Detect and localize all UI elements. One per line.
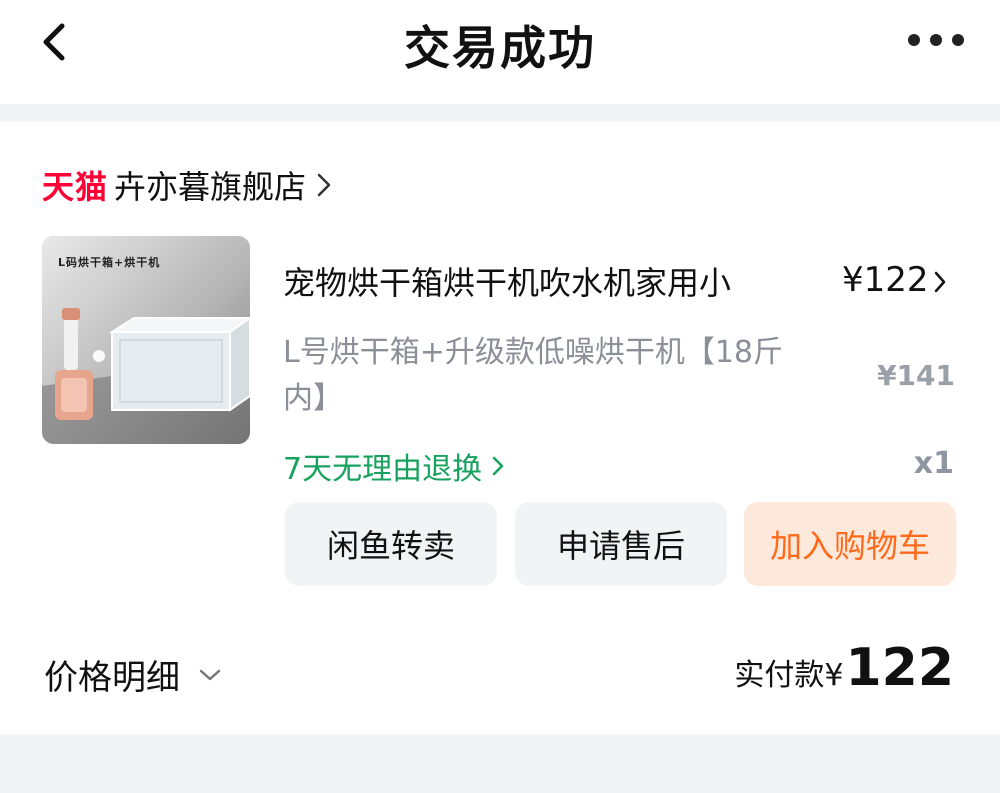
- product-spec: L号烘干箱+升级款低噪烘干机【18斤内】: [283, 335, 784, 416]
- page-title: 交易成功: [404, 21, 596, 75]
- resell-button[interactable]: 闲鱼转卖: [285, 502, 497, 586]
- product-image-label: L码烘干箱+烘干机: [58, 256, 161, 269]
- add-to-cart-button[interactable]: 加入购物车: [744, 502, 956, 586]
- price-detail-label: 价格明细: [44, 658, 180, 698]
- after-sale-button[interactable]: 申请售后: [515, 502, 727, 586]
- return-policy-label: 7天无理由退换: [283, 452, 483, 487]
- order-card: 天猫 卉亦暮旗舰店 L码烘干箱+烘干机 宠物烘干箱烘干机吹水机家用小 ¥122 …: [0, 122, 1000, 734]
- return-policy-link[interactable]: 7天无理由退换: [283, 444, 504, 488]
- paid-value: 122: [845, 638, 954, 698]
- product-price: ¥122: [842, 260, 929, 300]
- chevron-right-icon: [317, 173, 331, 197]
- store-link[interactable]: 天猫 卉亦暮旗舰店: [42, 162, 332, 208]
- chevron-right-icon: [492, 456, 504, 476]
- store-name: 卉亦暮旗舰店: [114, 168, 307, 206]
- original-price: ¥141: [877, 359, 955, 392]
- tmall-logo: 天猫: [42, 168, 109, 206]
- quantity: x1: [913, 446, 954, 481]
- chevron-down-icon: [199, 669, 221, 680]
- top-bar: 交易成功: [0, 0, 1000, 104]
- paid-amount: 实付款¥ 122: [734, 638, 954, 698]
- product-title[interactable]: 宠物烘干箱烘干机吹水机家用小: [283, 258, 731, 304]
- chevron-right-icon[interactable]: [933, 270, 947, 294]
- price-detail-toggle[interactable]: 价格明细: [44, 650, 222, 699]
- more-options-icon[interactable]: [908, 32, 964, 48]
- product-image[interactable]: L码烘干箱+烘干机: [42, 236, 250, 444]
- paid-label: 实付款¥: [734, 658, 844, 693]
